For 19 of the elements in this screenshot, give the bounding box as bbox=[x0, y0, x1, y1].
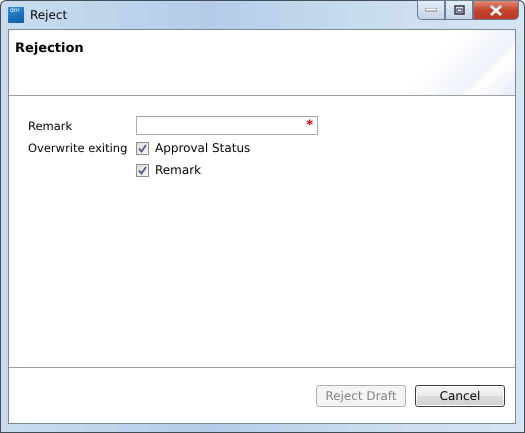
remark-field[interactable]: * bbox=[136, 116, 318, 135]
minimize-icon bbox=[425, 8, 437, 12]
checkmark-icon bbox=[138, 144, 147, 152]
checkbox[interactable] bbox=[136, 142, 149, 154]
cancel-button[interactable]: Cancel bbox=[415, 384, 505, 406]
checkbox-label: Remark bbox=[155, 162, 202, 179]
restore-icon bbox=[454, 5, 464, 15]
maximize-button[interactable] bbox=[445, 0, 473, 20]
minimize-button[interactable] bbox=[417, 0, 445, 20]
window-title: Reject bbox=[30, 8, 68, 22]
checkbox[interactable] bbox=[136, 164, 149, 176]
close-icon bbox=[490, 4, 502, 16]
checkmark-icon bbox=[138, 166, 147, 174]
close-button[interactable] bbox=[473, 0, 519, 20]
checkbox-label: Approval Status bbox=[155, 140, 250, 157]
overwrite-label: Overwrite exiting bbox=[28, 140, 128, 157]
remark-label: Remark bbox=[28, 118, 74, 134]
header-title: Rejection bbox=[15, 41, 84, 56]
required-mark: * bbox=[306, 119, 314, 132]
